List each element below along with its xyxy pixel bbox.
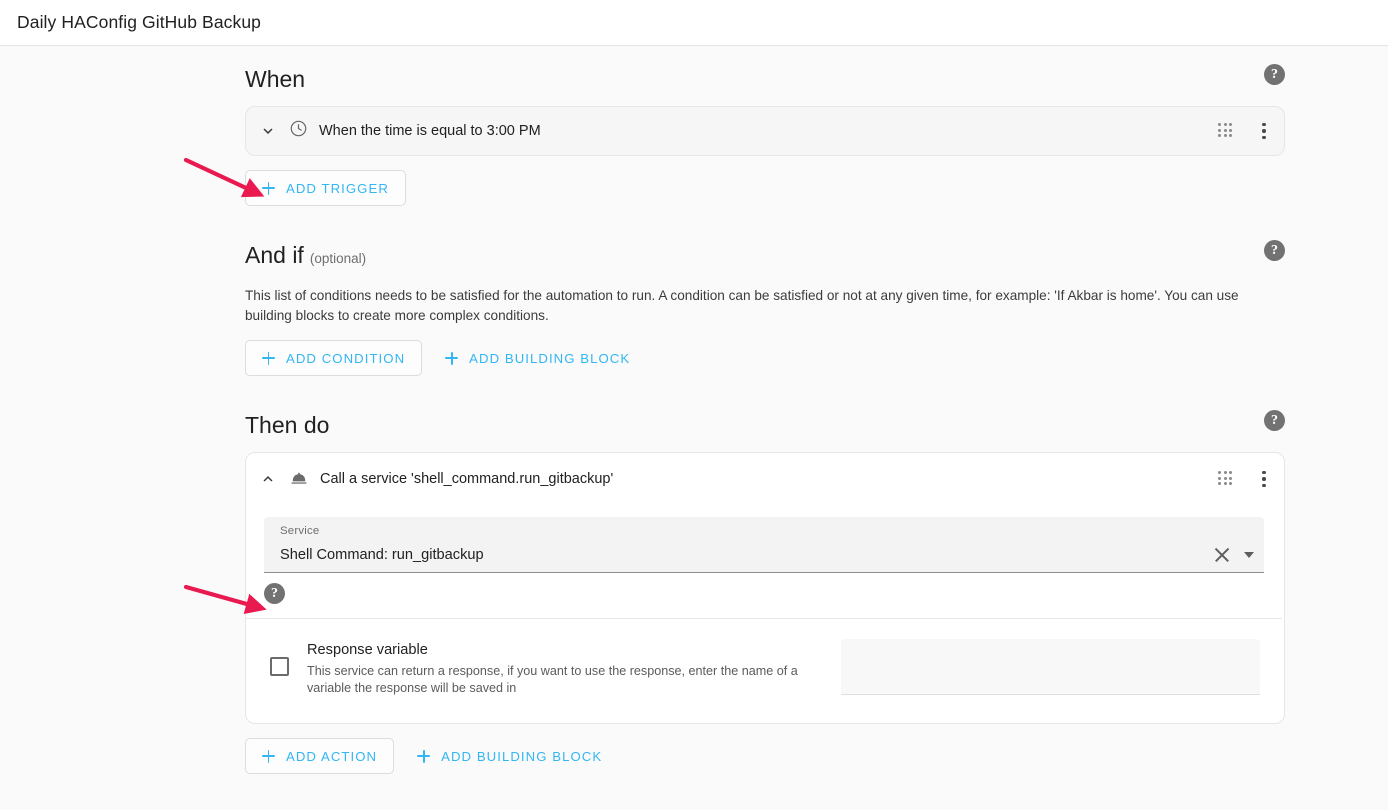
help-circle-icon-then-do[interactable]: ? bbox=[1264, 410, 1285, 431]
when-section-header: When ? bbox=[245, 64, 1285, 94]
add-trigger-button[interactable]: ADD TRIGGER bbox=[245, 170, 406, 206]
response-variable-texts: Response variable This service can retur… bbox=[307, 639, 807, 697]
editor-content: When ? When the time is equal to 3:00 PM bbox=[245, 46, 1285, 774]
action-card: Call a service 'shell_command.run_gitbac… bbox=[245, 452, 1285, 724]
add-building-block-label: ADD BUILDING BLOCK bbox=[469, 350, 631, 366]
plus-icon bbox=[262, 749, 275, 763]
action-card-actions bbox=[1218, 470, 1270, 488]
add-condition-button[interactable]: ADD CONDITION bbox=[245, 340, 423, 376]
then-do-title: Then do bbox=[245, 412, 330, 438]
response-variable-row: Response variable This service can retur… bbox=[264, 619, 1264, 723]
service-bell-icon bbox=[289, 469, 309, 489]
app-toolbar: Daily HAConfig GitHub Backup bbox=[0, 0, 1388, 46]
action-card-left: Call a service 'shell_command.run_gitbac… bbox=[258, 469, 1218, 489]
page-title: Daily HAConfig GitHub Backup bbox=[17, 12, 262, 32]
plus-icon bbox=[417, 749, 431, 763]
add-condition-label: ADD CONDITION bbox=[286, 350, 406, 366]
service-field-trailing bbox=[1214, 547, 1254, 565]
trigger-card-left: When the time is equal to 3:00 PM bbox=[258, 119, 1218, 143]
service-field-label: Service bbox=[280, 525, 320, 537]
and-if-description: This list of conditions needs to be sati… bbox=[245, 288, 1239, 323]
close-x-icon[interactable] bbox=[1214, 547, 1230, 563]
add-building-block-button-action[interactable]: ADD BUILDING BLOCK bbox=[400, 738, 619, 774]
plus-icon bbox=[262, 181, 275, 195]
trigger-card[interactable]: When the time is equal to 3:00 PM bbox=[245, 106, 1285, 156]
trigger-card-actions bbox=[1218, 122, 1270, 140]
plus-icon bbox=[445, 351, 459, 365]
add-building-block-button-condition[interactable]: ADD BUILDING BLOCK bbox=[428, 340, 647, 376]
response-variable-input[interactable] bbox=[841, 639, 1260, 695]
help-circle-icon-when[interactable]: ? bbox=[1264, 64, 1285, 85]
overflow-menu-icon-trigger[interactable] bbox=[1258, 122, 1270, 140]
and-if-title-text: And if bbox=[245, 242, 304, 268]
action-label: Call a service 'shell_command.run_gitbac… bbox=[320, 471, 614, 487]
add-building-block-label: ADD BUILDING BLOCK bbox=[441, 748, 603, 764]
when-title: When bbox=[245, 66, 306, 92]
then-do-section-header: Then do ? bbox=[245, 410, 1285, 440]
and-if-optional-text: (optional) bbox=[309, 251, 367, 266]
chevron-down-icon[interactable] bbox=[258, 121, 278, 141]
action-buttons-row: ADD ACTION ADD BUILDING BLOCK bbox=[245, 738, 1285, 774]
automation-editor-page: When ? When the time is equal to 3:00 PM bbox=[0, 46, 1388, 810]
drag-grid-icon-trigger[interactable] bbox=[1218, 123, 1232, 139]
plus-icon bbox=[262, 351, 275, 365]
add-action-label: ADD ACTION bbox=[286, 748, 378, 764]
response-variable-description: This service can return a response, if y… bbox=[307, 664, 798, 695]
chevron-up-icon[interactable] bbox=[258, 469, 278, 489]
response-variable-title: Response variable bbox=[307, 642, 428, 658]
and-if-section-header: And if (optional) ? bbox=[245, 240, 1285, 274]
trigger-label: When the time is equal to 3:00 PM bbox=[319, 123, 541, 139]
clock-icon bbox=[289, 119, 308, 143]
caret-down-icon[interactable] bbox=[1244, 552, 1254, 558]
response-variable-checkbox[interactable] bbox=[270, 657, 289, 676]
action-card-body: Service Shell Command: run_gitbackup ? R… bbox=[246, 505, 1284, 723]
service-help-row: ? bbox=[264, 573, 1264, 618]
help-circle-icon-service[interactable]: ? bbox=[264, 583, 285, 604]
help-circle-icon-and-if[interactable]: ? bbox=[1264, 240, 1285, 261]
add-action-button[interactable]: ADD ACTION bbox=[245, 738, 395, 774]
add-trigger-label: ADD TRIGGER bbox=[286, 180, 389, 196]
overflow-menu-icon-action[interactable] bbox=[1258, 470, 1270, 488]
service-field[interactable]: Service Shell Command: run_gitbackup bbox=[264, 517, 1264, 573]
trigger-buttons-row: ADD TRIGGER bbox=[245, 170, 1285, 206]
and-if-title: And if (optional) bbox=[245, 240, 366, 274]
condition-buttons-row: ADD CONDITION ADD BUILDING BLOCK bbox=[245, 340, 1285, 376]
action-card-header[interactable]: Call a service 'shell_command.run_gitbac… bbox=[246, 453, 1284, 505]
service-field-value: Shell Command: run_gitbackup bbox=[280, 547, 484, 563]
drag-grid-icon-action[interactable] bbox=[1218, 471, 1232, 487]
service-field-wrap: Service Shell Command: run_gitbackup bbox=[264, 505, 1264, 573]
